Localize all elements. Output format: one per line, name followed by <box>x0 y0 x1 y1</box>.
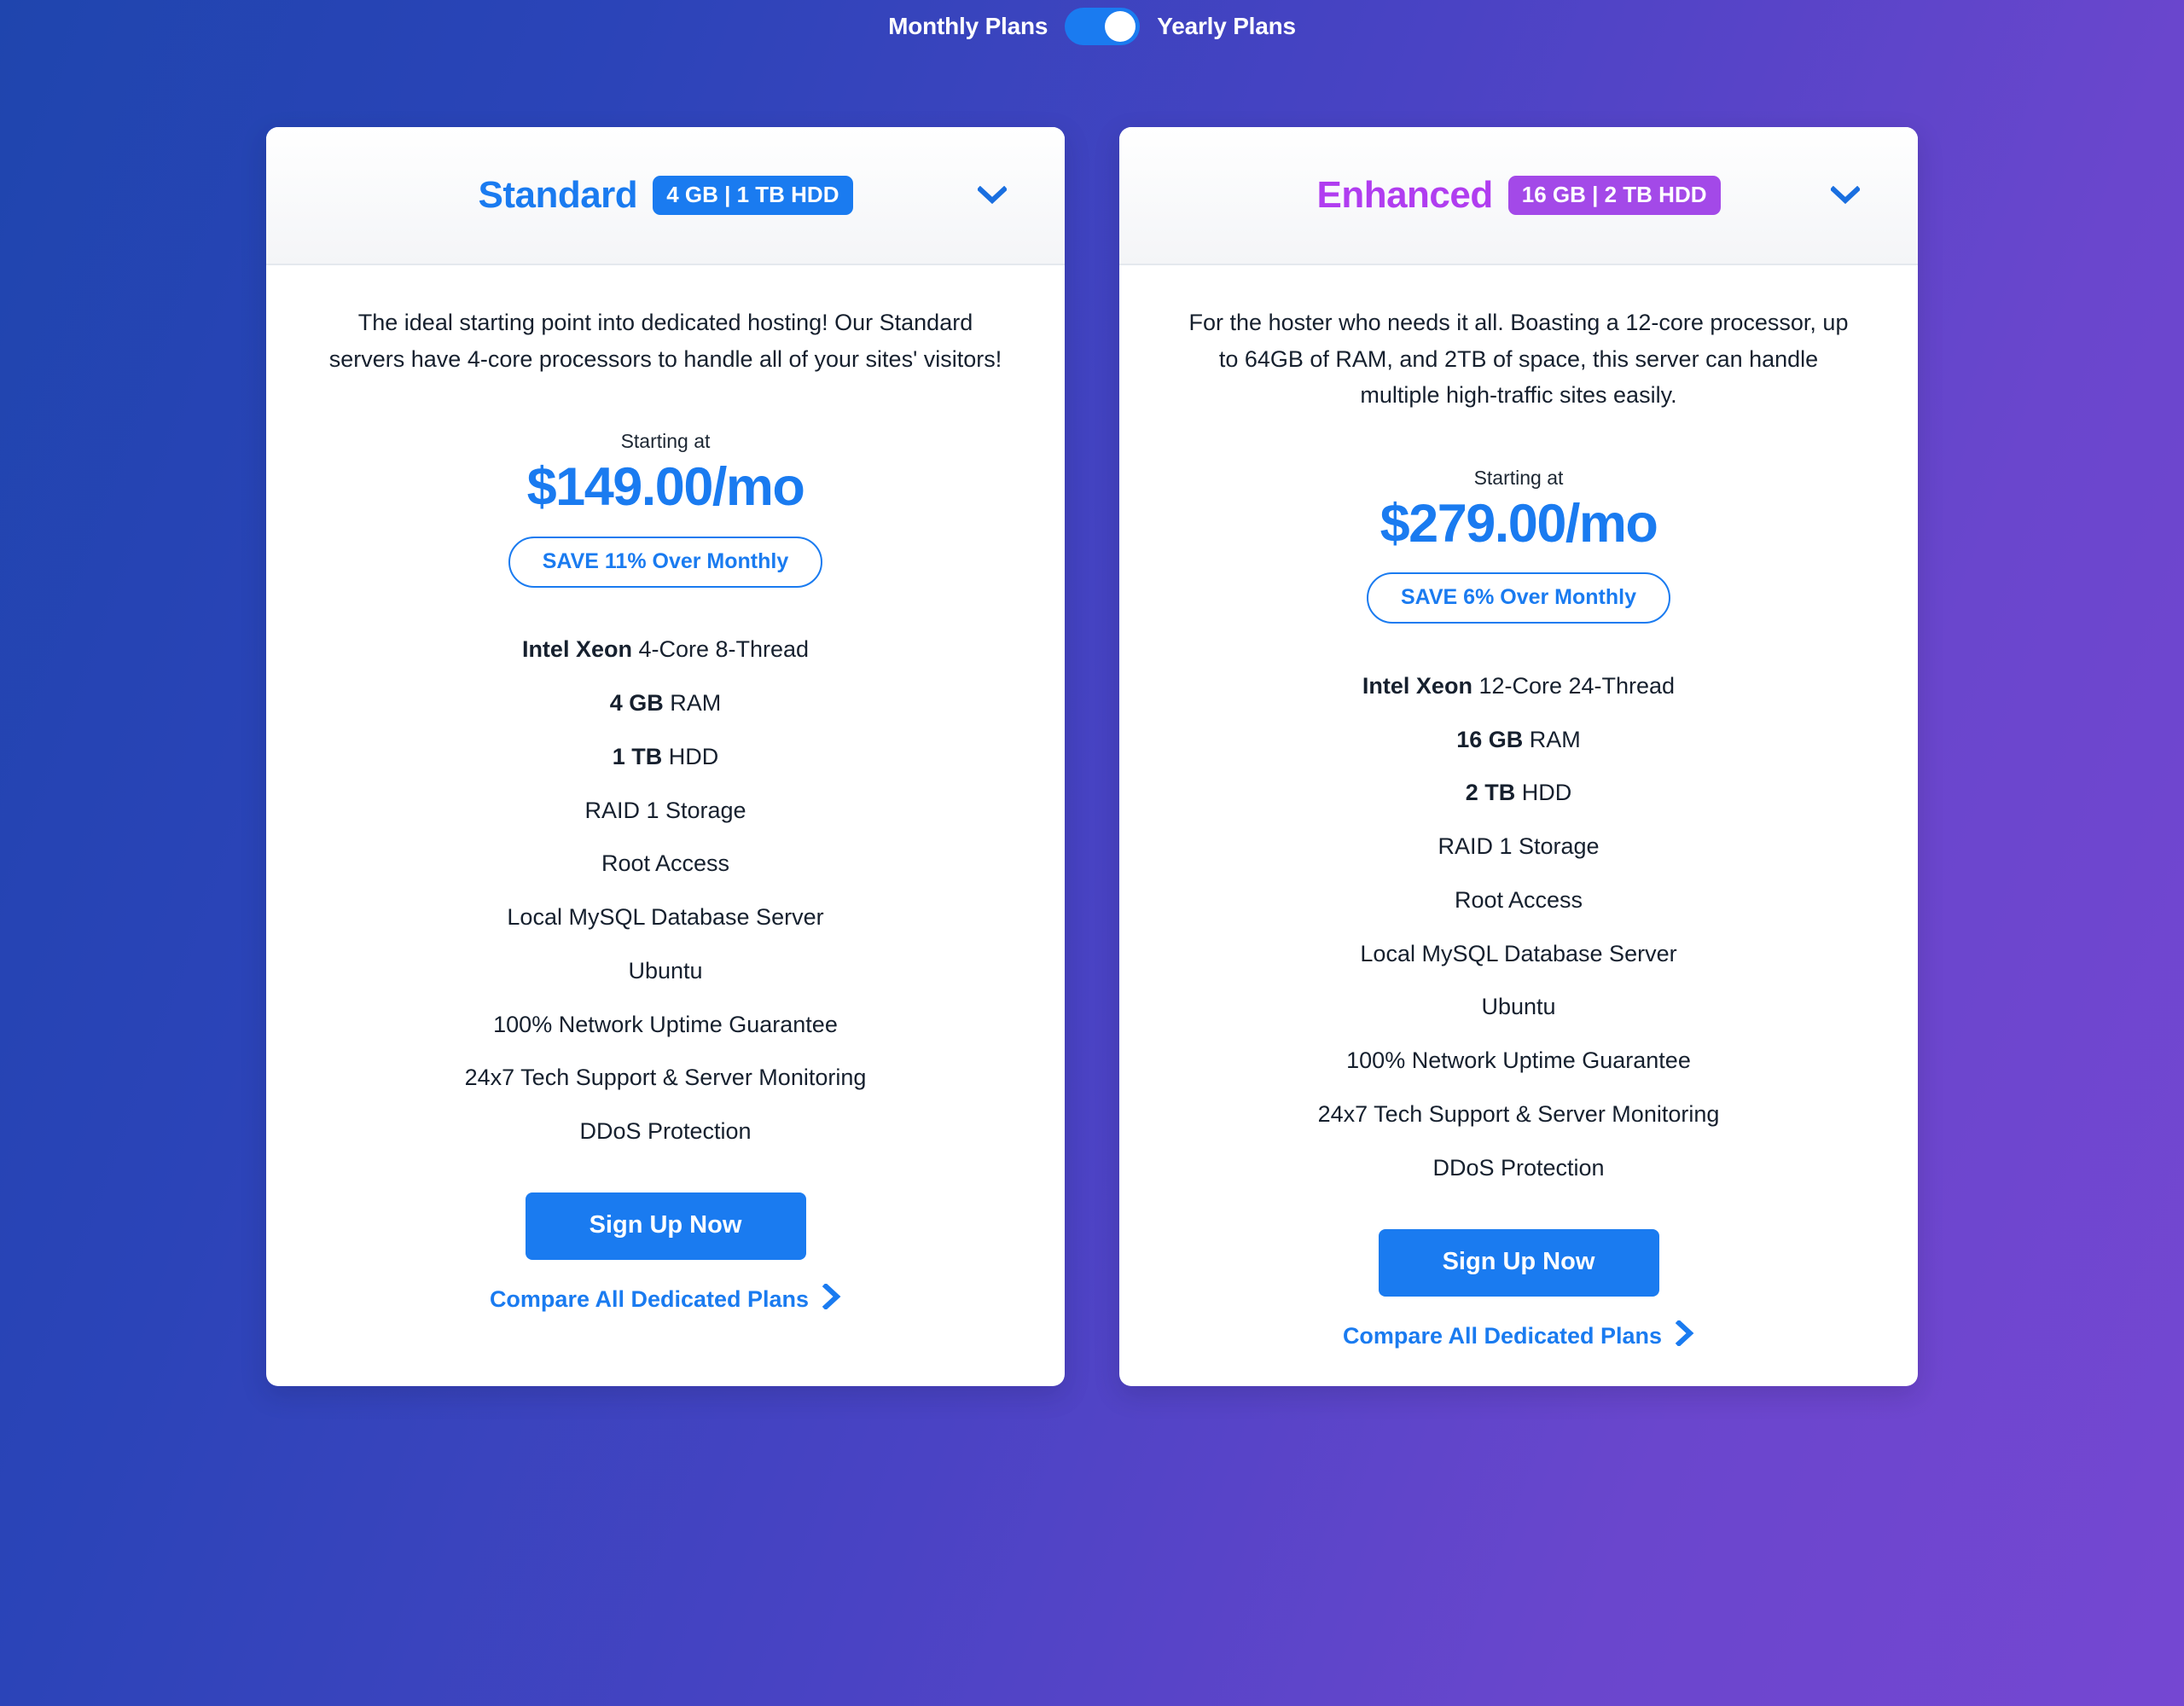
feature-item-text: RAM <box>663 690 722 716</box>
feature-item: 24x7 Tech Support & Server Monitoring <box>1170 1088 1867 1141</box>
sign-up-button[interactable]: Sign Up Now <box>1378 1228 1659 1297</box>
feature-item-text: Root Access <box>601 850 730 877</box>
feature-item-text: 100% Network Uptime Guarantee <box>1346 1047 1691 1074</box>
feature-item: RAID 1 Storage <box>317 784 1014 838</box>
feature-item: Local MySQL Database Server <box>1170 927 1867 981</box>
pricing-card-enhanced: Enhanced 16 GB | 2 TB HDD For the hoster… <box>1119 127 1918 1386</box>
billing-period-toggle-bar: Monthly Plans Yearly Plans <box>0 0 2184 48</box>
plan-title: Standard <box>478 174 638 216</box>
feature-item-emphasis: 4 GB <box>609 690 664 716</box>
feature-item: 2 TB HDD <box>1170 767 1867 821</box>
feature-item-emphasis: 16 GB <box>1456 726 1524 752</box>
plan-description: The ideal starting point into dedicated … <box>328 310 1002 372</box>
card-header[interactable]: Standard 4 GB | 1 TB HDD <box>266 127 1065 265</box>
billing-period-toggle[interactable] <box>1065 8 1141 45</box>
feature-item-emphasis: Intel Xeon <box>1362 672 1472 699</box>
chevron-right-icon <box>1675 1319 1694 1352</box>
plan-price: $279.00/mo <box>1380 493 1658 554</box>
feature-item-text: RAM <box>1523 726 1581 752</box>
feature-item-text: RAID 1 Storage <box>584 797 746 823</box>
compare-plans-label: Compare All Dedicated Plans <box>1342 1322 1663 1349</box>
feature-item-text: 24x7 Tech Support & Server Monitoring <box>1317 1100 1720 1127</box>
feature-item: 100% Network Uptime Guarantee <box>317 998 1014 1052</box>
feature-item-text: Ubuntu <box>1481 994 1556 1020</box>
plan-title: Enhanced <box>1316 174 1493 216</box>
card-body: For the hoster who needs it all. Boastin… <box>1119 265 1918 1386</box>
pricing-cards-container: Standard 4 GB | 1 TB HDD The ideal start… <box>0 48 2184 1386</box>
savings-badge[interactable]: SAVE 11% Over Monthly <box>508 536 823 588</box>
card-header-inner: Standard 4 GB | 1 TB HDD <box>478 174 853 217</box>
feature-item: 16 GB RAM <box>1170 713 1867 767</box>
feature-item-text: 100% Network Uptime Guarantee <box>493 1011 838 1037</box>
chevron-down-icon[interactable] <box>976 185 1008 205</box>
feature-item-text: DDoS Protection <box>1432 1154 1605 1181</box>
monthly-plans-label[interactable]: Monthly Plans <box>888 13 1048 40</box>
feature-item-text: 12-Core 24-Thread <box>1472 672 1676 699</box>
feature-item: DDoS Protection <box>317 1105 1014 1159</box>
compare-plans-label: Compare All Dedicated Plans <box>489 1286 810 1313</box>
feature-item-text: 24x7 Tech Support & Server Monitoring <box>464 1065 867 1091</box>
compare-plans-link[interactable]: Compare All Dedicated Plans <box>1342 1319 1694 1352</box>
card-body: The ideal starting point into dedicated … <box>266 265 1065 1386</box>
starting-at-label: Starting at <box>1473 466 1564 489</box>
feature-item: 4 GB RAM <box>317 677 1014 731</box>
feature-item: Root Access <box>317 838 1014 891</box>
feature-item-text: Local MySQL Database Server <box>507 904 824 930</box>
feature-item-text: HDD <box>662 743 719 769</box>
card-header-inner: Enhanced 16 GB | 2 TB HDD <box>1316 174 1721 217</box>
pricing-card-standard: Standard 4 GB | 1 TB HDD The ideal start… <box>266 127 1065 1386</box>
plan-spec-badge: 4 GB | 1 TB HDD <box>653 176 853 215</box>
feature-item: Root Access <box>1170 873 1867 927</box>
feature-item-text: Local MySQL Database Server <box>1360 940 1677 966</box>
compare-plans-link[interactable]: Compare All Dedicated Plans <box>489 1283 841 1315</box>
feature-list: Intel Xeon 4-Core 8-Thread 4 GB RAM 1 TB H… <box>317 624 1014 1159</box>
plan-price: $149.00/mo <box>526 457 805 518</box>
starting-at-label: Starting at <box>620 430 711 453</box>
sign-up-button[interactable]: Sign Up Now <box>525 1192 806 1261</box>
feature-item: 24x7 Tech Support & Server Monitoring <box>317 1052 1014 1105</box>
feature-item-text: HDD <box>1515 780 1572 806</box>
feature-item: Ubuntu <box>317 944 1014 998</box>
feature-item-emphasis: 1 TB <box>612 743 663 769</box>
feature-list: Intel Xeon 12-Core 24-Thread 16 GB RAM 2 T… <box>1170 659 1867 1195</box>
feature-item: 1 TB HDD <box>317 730 1014 784</box>
feature-item: Intel Xeon 12-Core 24-Thread <box>1170 659 1867 713</box>
savings-badge[interactable]: SAVE 6% Over Monthly <box>1367 572 1670 624</box>
feature-item-text: RAID 1 Storage <box>1438 833 1600 860</box>
feature-item-text: 4-Core 8-Thread <box>631 636 810 663</box>
feature-item-text: Ubuntu <box>628 957 703 984</box>
plan-spec-badge: 16 GB | 2 TB HDD <box>1507 176 1721 215</box>
feature-item-text: DDoS Protection <box>579 1118 752 1144</box>
feature-item-emphasis: Intel Xeon <box>521 636 632 663</box>
plan-description: For the hoster who needs it all. Boastin… <box>1188 310 1849 409</box>
chevron-right-icon <box>822 1283 841 1315</box>
feature-item: 100% Network Uptime Guarantee <box>1170 1035 1867 1088</box>
feature-item: DDoS Protection <box>1170 1141 1867 1195</box>
toggle-knob <box>1105 11 1136 42</box>
feature-item: Intel Xeon 4-Core 8-Thread <box>317 624 1014 677</box>
feature-item-emphasis: 2 TB <box>1465 780 1516 806</box>
card-header[interactable]: Enhanced 16 GB | 2 TB HDD <box>1119 127 1918 265</box>
feature-item-text: Root Access <box>1454 886 1583 913</box>
feature-item: Ubuntu <box>1170 981 1867 1035</box>
feature-item: Local MySQL Database Server <box>317 891 1014 945</box>
feature-item: RAID 1 Storage <box>1170 821 1867 874</box>
chevron-down-icon[interactable] <box>1829 185 1862 205</box>
yearly-plans-label[interactable]: Yearly Plans <box>1157 13 1296 40</box>
